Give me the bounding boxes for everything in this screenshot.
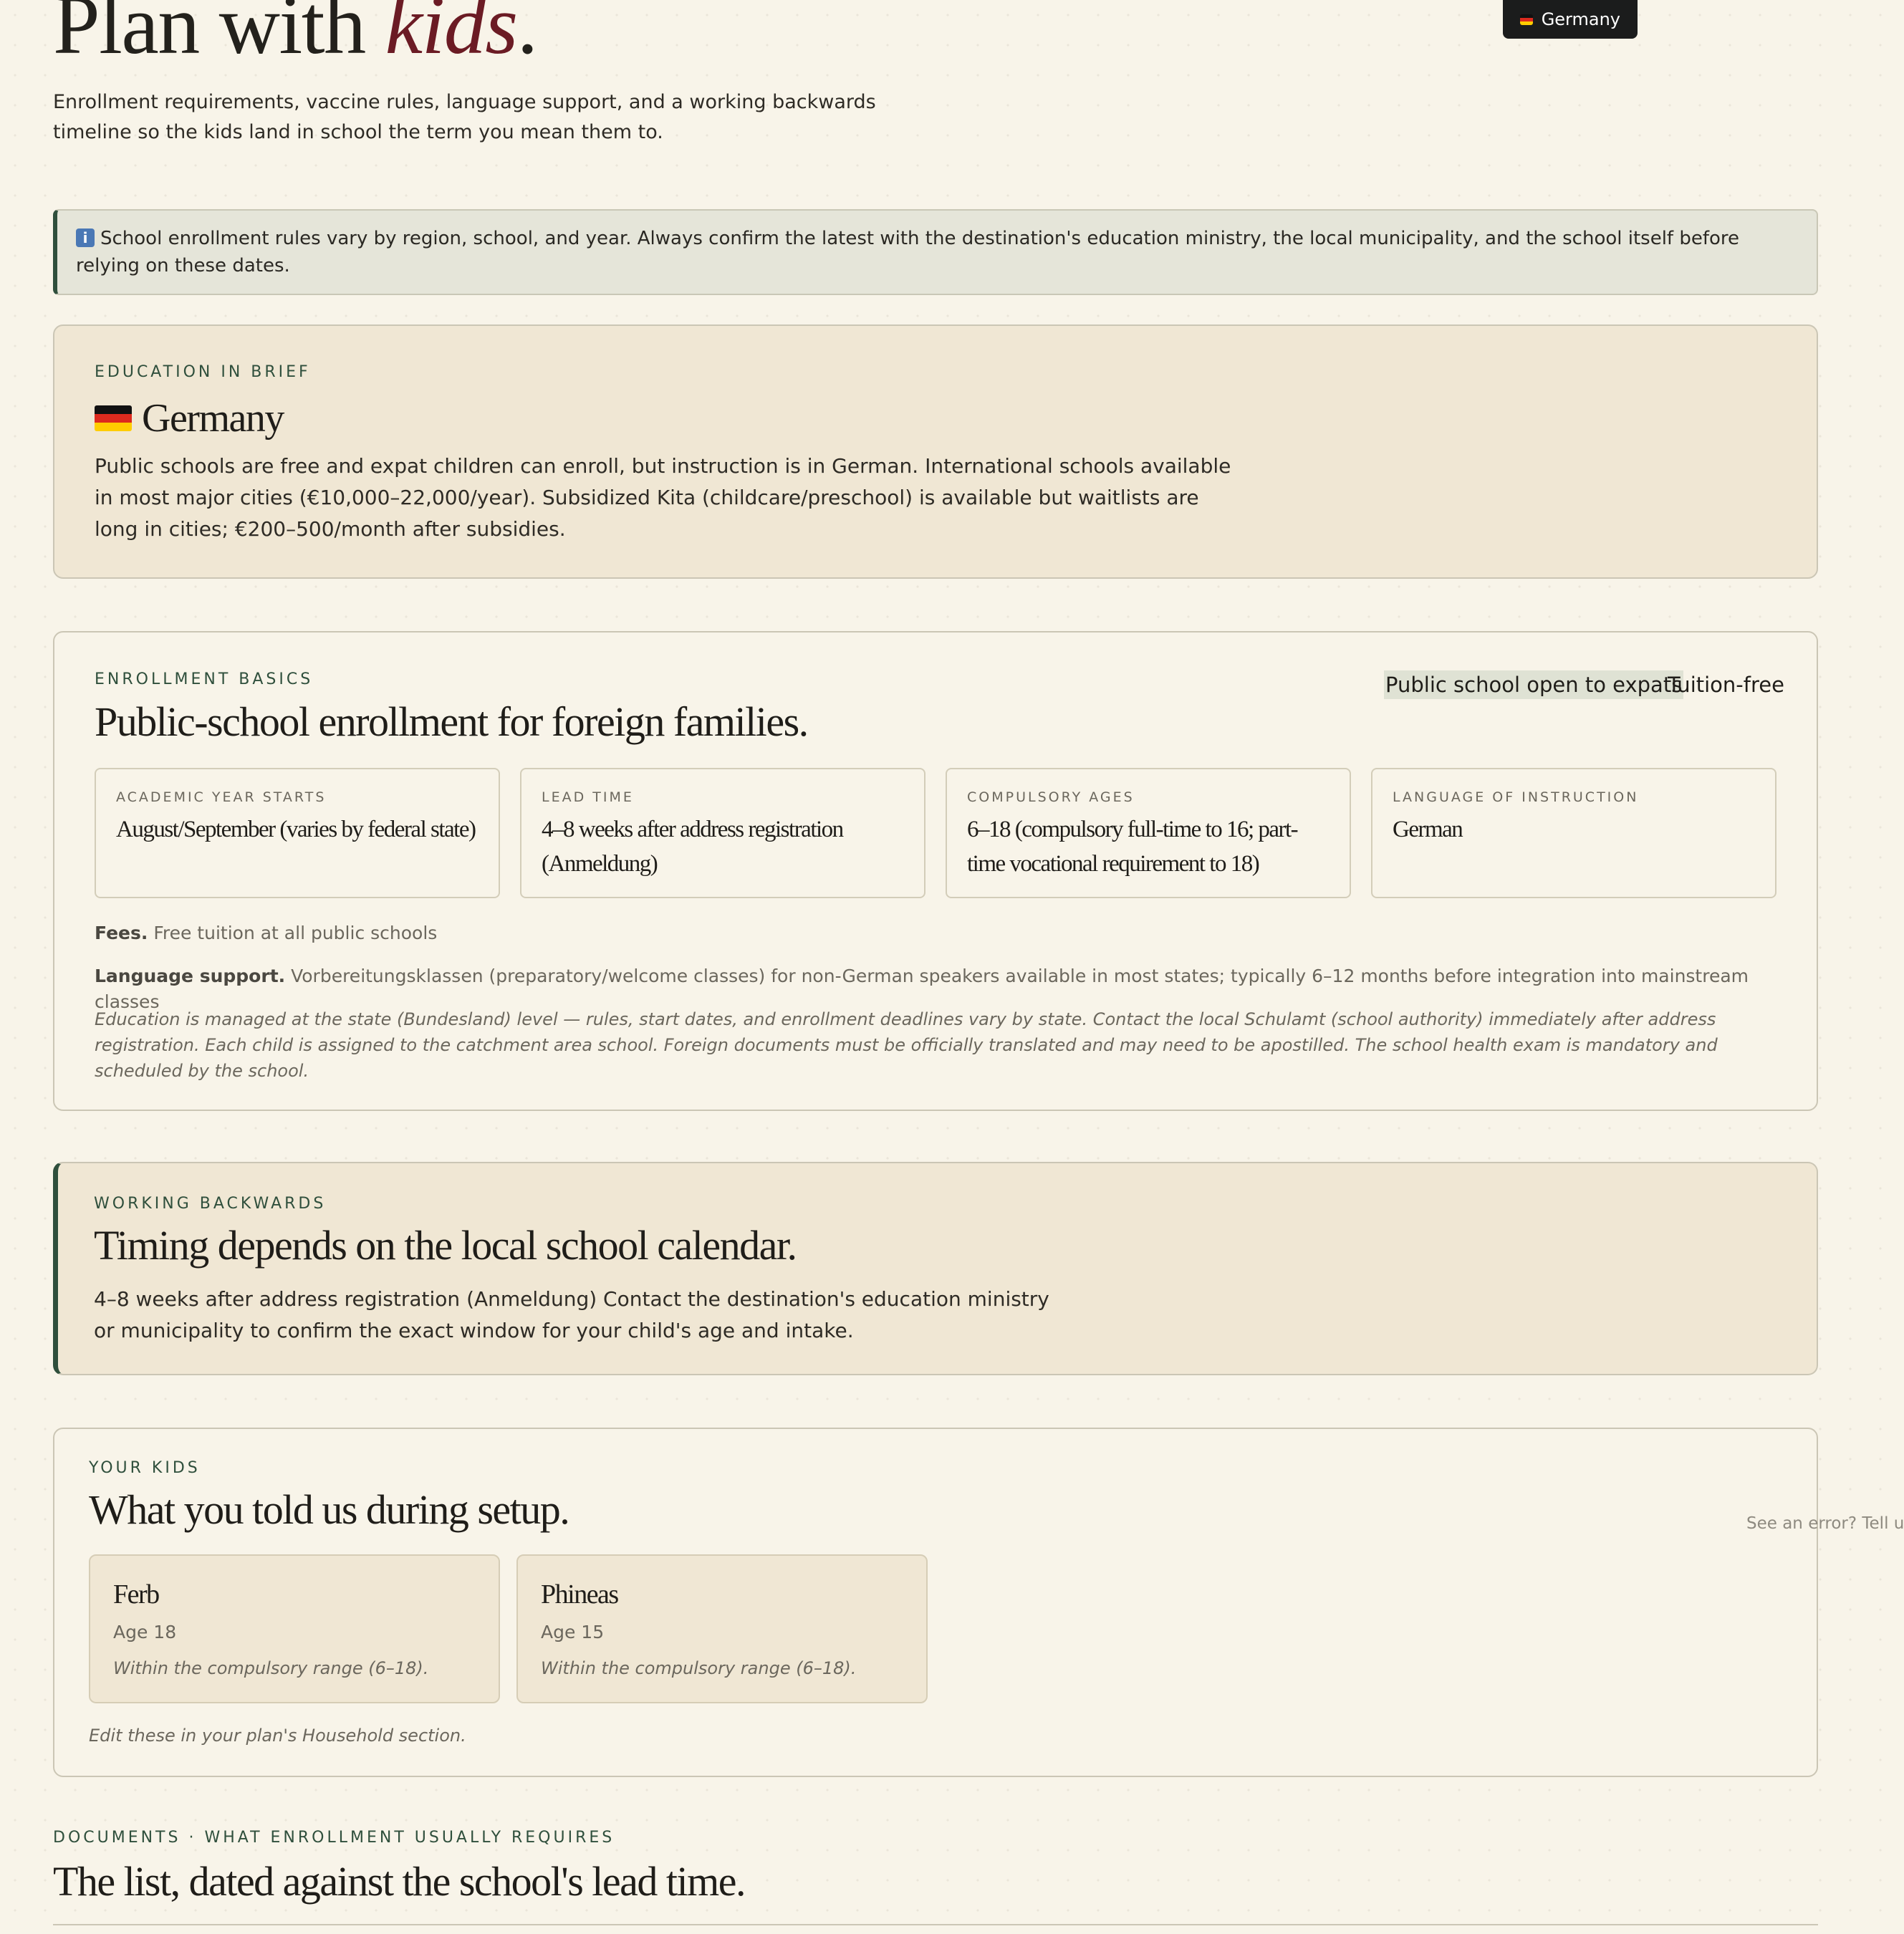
fees-line: Fees. Free tuition at all public schools	[95, 920, 437, 946]
kid-note: Within the compulsory range (6–18).	[541, 1658, 857, 1678]
page-lede: Enrollment requirements, vaccine rules, …	[53, 91, 876, 143]
kid-note: Within the compulsory range (6–18).	[113, 1658, 429, 1678]
fees-label: Fees.	[95, 923, 148, 943]
kid-age: Age 15	[541, 1622, 605, 1642]
your-kids-title: What you told us during setup.	[89, 1486, 570, 1533]
page-title-accent: kids	[385, 0, 519, 72]
kid-name: Phineas	[541, 1579, 619, 1610]
page-title-text: Plan with	[53, 0, 366, 72]
kid-card-phineas: Phineas Age 15 Within the compulsory ran…	[516, 1554, 928, 1703]
country-selector-button[interactable]: Germany	[1503, 0, 1638, 39]
stat-language-of-instruction: LANGUAGE OF INSTRUCTION German	[1371, 768, 1776, 898]
enrollment-eyebrow: ENROLLMENT BASICS	[95, 670, 314, 688]
stat-compulsory-ages: COMPULSORY AGES 6–18 (compulsory full-ti…	[946, 768, 1351, 898]
stat-value: 6–18 (compulsory full-time to 16; part-t…	[967, 817, 1299, 877]
page-title-period: .	[516, 0, 539, 72]
germany-flag-icon	[95, 405, 132, 431]
education-brief-eyebrow: EDUCATION IN BRIEF	[95, 363, 311, 381]
kid-card-ferb: Ferb Age 18 Within the compulsory range …	[89, 1554, 500, 1703]
page-title: Plan with kids.	[53, 0, 539, 72]
enrollment-title: Public-school enrollment for foreign fam…	[95, 698, 809, 745]
stat-label: LEAD TIME	[542, 789, 634, 805]
stat-academic-year: ACADEMIC YEAR STARTS August/September (v…	[95, 768, 500, 898]
stat-value: 4–8 weeks after address registration (An…	[542, 817, 844, 877]
household-edit-hint: Edit these in your plan's Household sect…	[89, 1726, 466, 1746]
info-icon: i	[76, 228, 95, 247]
section-divider	[53, 1924, 1818, 1925]
stat-label: COMPULSORY AGES	[967, 789, 1135, 805]
working-backwards-body: 4–8 weeks after address registration (An…	[94, 1287, 1049, 1342]
kid-name: Ferb	[113, 1579, 160, 1610]
stat-value: August/September (varies by federal stat…	[116, 817, 476, 842]
country-selector-label: Germany	[1541, 9, 1620, 29]
fees-text: Free tuition at all public schools	[153, 923, 438, 943]
status-badge-tuition-free: Tuition-free	[1668, 673, 1784, 697]
stat-value: German	[1393, 817, 1463, 842]
germany-flag-icon	[1520, 14, 1533, 25]
feedback-link[interactable]: See an error? Tell us	[1746, 1514, 1904, 1533]
education-brief-country: Germany	[142, 396, 284, 441]
language-support-label: Language support.	[95, 966, 286, 986]
education-brief-body: Public schools are free and expat childr…	[95, 454, 1231, 541]
education-brief-heading: Germany	[95, 395, 284, 442]
documents-title: The list, dated against the school's lea…	[53, 1858, 746, 1905]
education-brief-card: EDUCATION IN BRIEF Germany Public school…	[53, 324, 1818, 579]
stat-label: ACADEMIC YEAR STARTS	[116, 789, 327, 805]
stat-lead-time: LEAD TIME 4–8 weeks after address regist…	[520, 768, 925, 898]
enrollment-note: Education is managed at the state (Bunde…	[95, 1009, 1718, 1081]
working-backwards-card: WORKING BACKWARDS Timing depends on the …	[53, 1162, 1818, 1375]
stat-label: LANGUAGE OF INSTRUCTION	[1393, 789, 1639, 805]
your-kids-eyebrow: YOUR KIDS	[89, 1459, 201, 1477]
your-kids-card: YOUR KIDS What you told us during setup.…	[53, 1428, 1818, 1777]
working-backwards-eyebrow: WORKING BACKWARDS	[94, 1195, 327, 1213]
status-badge-public-school: Public school open to expats	[1384, 670, 1684, 699]
disclaimer-notice: i School enrollment rules vary by region,…	[53, 209, 1818, 295]
documents-eyebrow: DOCUMENTS · WHAT ENROLLMENT USUALLY REQU…	[53, 1829, 615, 1847]
kid-age: Age 18	[113, 1622, 177, 1642]
disclaimer-text: School enrollment rules vary by region, …	[76, 228, 1740, 276]
working-backwards-title: Timing depends on the local school calen…	[94, 1222, 797, 1269]
enrollment-basics-card: ENROLLMENT BASICS Public-school enrollme…	[53, 631, 1818, 1111]
language-support-text: Vorbereitungsklassen (preparatory/welcom…	[95, 966, 1749, 1012]
